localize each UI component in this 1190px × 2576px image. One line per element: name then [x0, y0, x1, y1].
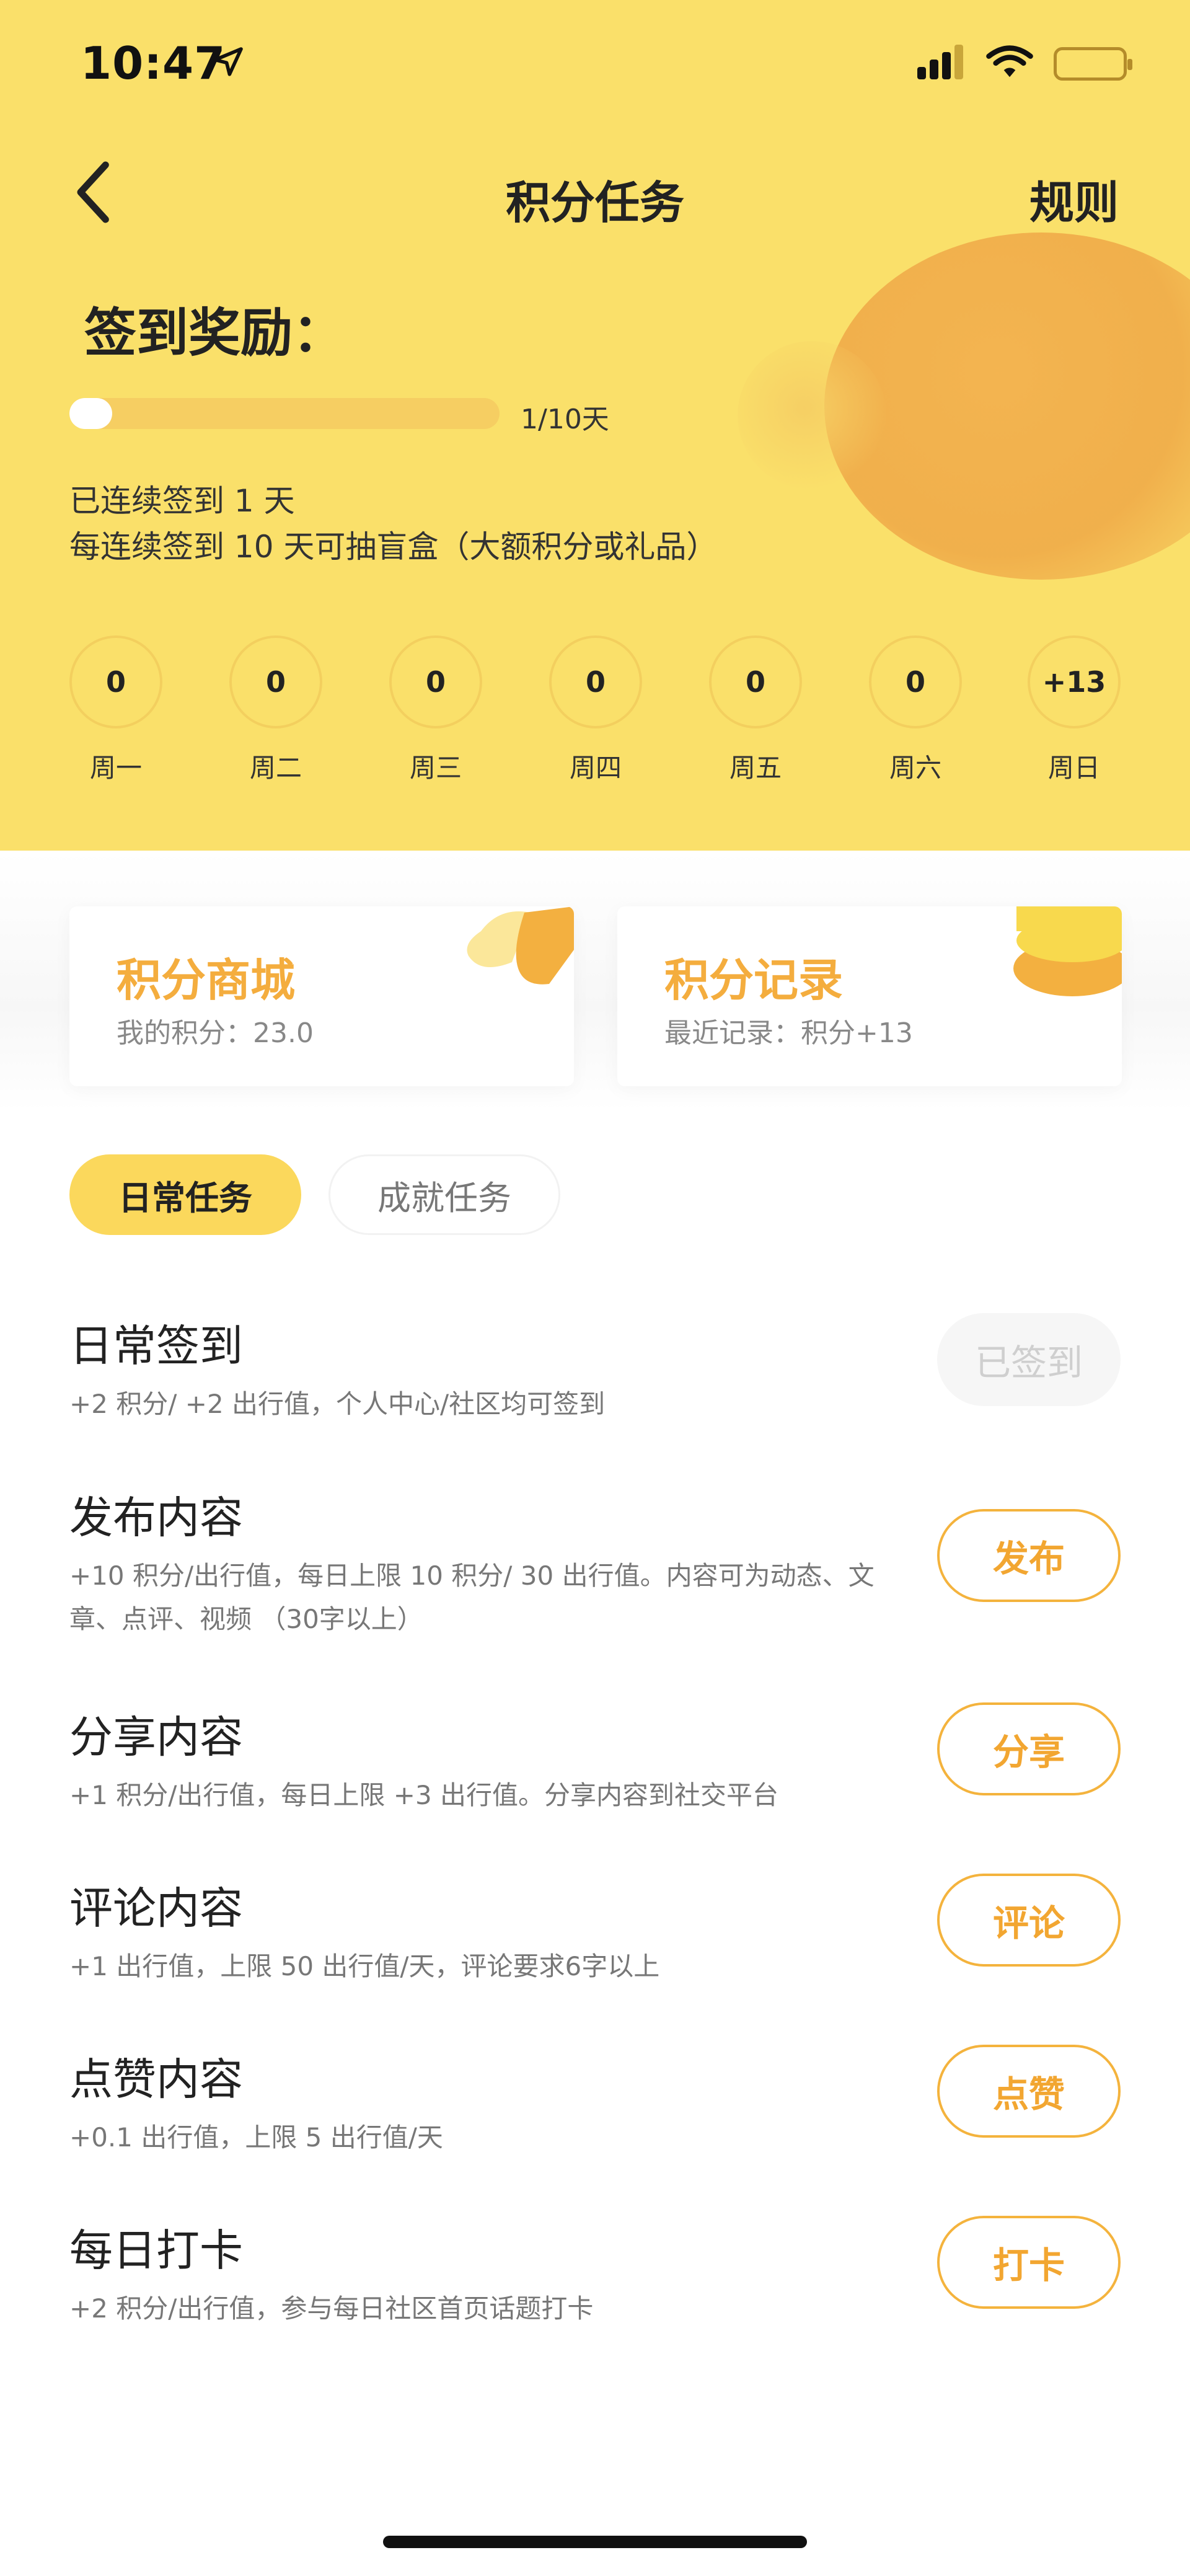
coin-stack-decoration-icon	[1013, 906, 1122, 996]
like-button[interactable]: 点赞	[937, 2045, 1121, 2138]
task-item-publish: 发布内容 +10 积分/出行值，每日上限 10 积分/ 30 出行值。内容可为动…	[69, 1483, 1121, 1641]
task-description: +2 积分/ +2 出行值，个人中心/社区均可签到	[69, 1389, 606, 1419]
battery-icon	[1054, 47, 1132, 81]
points-mall-card[interactable]: 积分商城 我的积分：23.0	[69, 906, 574, 1086]
day-tuesday: 0 周二	[229, 635, 322, 785]
task-description: +10 积分/出行值，每日上限 10 积分/ 30 出行值。内容可为动态、文章、…	[69, 1560, 875, 1634]
task-description: +1 出行值，上限 50 出行值/天，评论要求6字以上	[69, 1951, 660, 1981]
comment-button[interactable]: 评论	[937, 1874, 1121, 1967]
day-label: 周三	[409, 753, 462, 783]
day-label: 周一	[89, 753, 142, 783]
points-mall-title: 积分商城	[117, 954, 296, 1006]
my-points-text: 我的积分：23.0	[117, 1017, 314, 1049]
share-button[interactable]: 分享	[937, 1702, 1121, 1795]
day-points-circle: 0	[549, 635, 642, 728]
task-item-daily-checkin: 日常签到 +2 积分/ +2 出行值，个人中心/社区均可签到 已签到	[69, 1311, 1121, 1426]
day-label: 周二	[249, 753, 302, 783]
checkin-progress-text: 1/10天	[521, 404, 609, 435]
day-points-circle: 0	[869, 635, 962, 728]
location-arrow-icon	[213, 47, 243, 76]
checkin-header: 10:47 积分任务 规则 签到奖励： 1/10天 已连续签到 1 天 每连续签…	[0, 0, 1190, 851]
tab-daily-tasks[interactable]: 日常任务	[69, 1154, 301, 1235]
reward-rule-text: 每连续签到 10 天可抽盲盒（大额积分或礼品）	[69, 529, 718, 565]
publish-button[interactable]: 发布	[937, 1509, 1121, 1602]
task-description: +1 积分/出行值，每日上限 +3 出行值。分享内容到社交平台	[69, 1780, 779, 1810]
day-points-circle: 0	[229, 635, 322, 728]
decorative-blob-small	[738, 341, 886, 490]
task-item-comment: 评论内容 +1 出行值，上限 50 出行值/天，评论要求6字以上 评论	[69, 1874, 1121, 1988]
status-time: 10:47	[81, 37, 226, 89]
home-indicator[interactable]	[383, 2536, 807, 2548]
day-points-circle: 0	[69, 635, 162, 728]
checked-in-button[interactable]: 已签到	[937, 1313, 1121, 1406]
day-sunday: +13 周日	[1028, 635, 1121, 785]
task-item-daily-punch: 每日打卡 +2 积分/出行值，参与每日社区首页话题打卡 打卡	[69, 2216, 1121, 2330]
cellular-signal-icon	[917, 45, 963, 79]
day-wednesday: 0 周三	[389, 635, 482, 785]
points-record-title: 积分记录	[664, 954, 844, 1006]
ticket-decoration-icon	[467, 906, 574, 985]
points-record-card[interactable]: 积分记录 最近记录：积分+13	[617, 906, 1122, 1086]
day-points-circle: 0	[709, 635, 802, 728]
tab-achievement-tasks[interactable]: 成就任务	[328, 1154, 560, 1235]
day-label: 周四	[569, 753, 622, 783]
day-label: 周日	[1047, 753, 1100, 783]
page-title: 积分任务	[505, 177, 684, 229]
checkin-reward-title: 签到奖励：	[84, 303, 345, 363]
rules-button[interactable]: 规则	[1029, 166, 1119, 231]
task-description: +2 积分/出行值，参与每日社区首页话题打卡	[69, 2293, 594, 2324]
status-bar: 10:47	[0, 0, 1190, 124]
day-monday: 0 周一	[69, 635, 162, 785]
punch-in-button[interactable]: 打卡	[937, 2216, 1121, 2309]
task-description: +0.1 出行值，上限 5 出行值/天	[69, 2122, 443, 2153]
day-friday: 0 周五	[709, 635, 802, 785]
task-item-share: 分享内容 +1 积分/出行值，每日上限 +3 出行值。分享内容到社交平台 分享	[69, 1702, 1121, 1817]
checkin-progress-bar	[69, 398, 500, 429]
day-label: 周六	[889, 753, 941, 783]
day-label: 周五	[729, 753, 782, 783]
streak-text: 已连续签到 1 天	[69, 483, 295, 519]
task-item-like: 点赞内容 +0.1 出行值，上限 5 出行值/天 点赞	[69, 2045, 1121, 2159]
day-points-circle: +13	[1028, 635, 1121, 728]
day-thursday: 0 周四	[549, 635, 642, 785]
recent-record-text: 最近记录：积分+13	[664, 1017, 913, 1049]
day-points-circle: 0	[389, 635, 482, 728]
day-saturday: 0 周六	[869, 635, 962, 785]
checkin-progress-fill	[69, 398, 113, 429]
weekly-checkin-row: 0 周一 0 周二 0 周三 0 周四 0 周五 0 周六 +13 周日	[69, 635, 1121, 784]
wifi-icon	[986, 45, 1033, 77]
